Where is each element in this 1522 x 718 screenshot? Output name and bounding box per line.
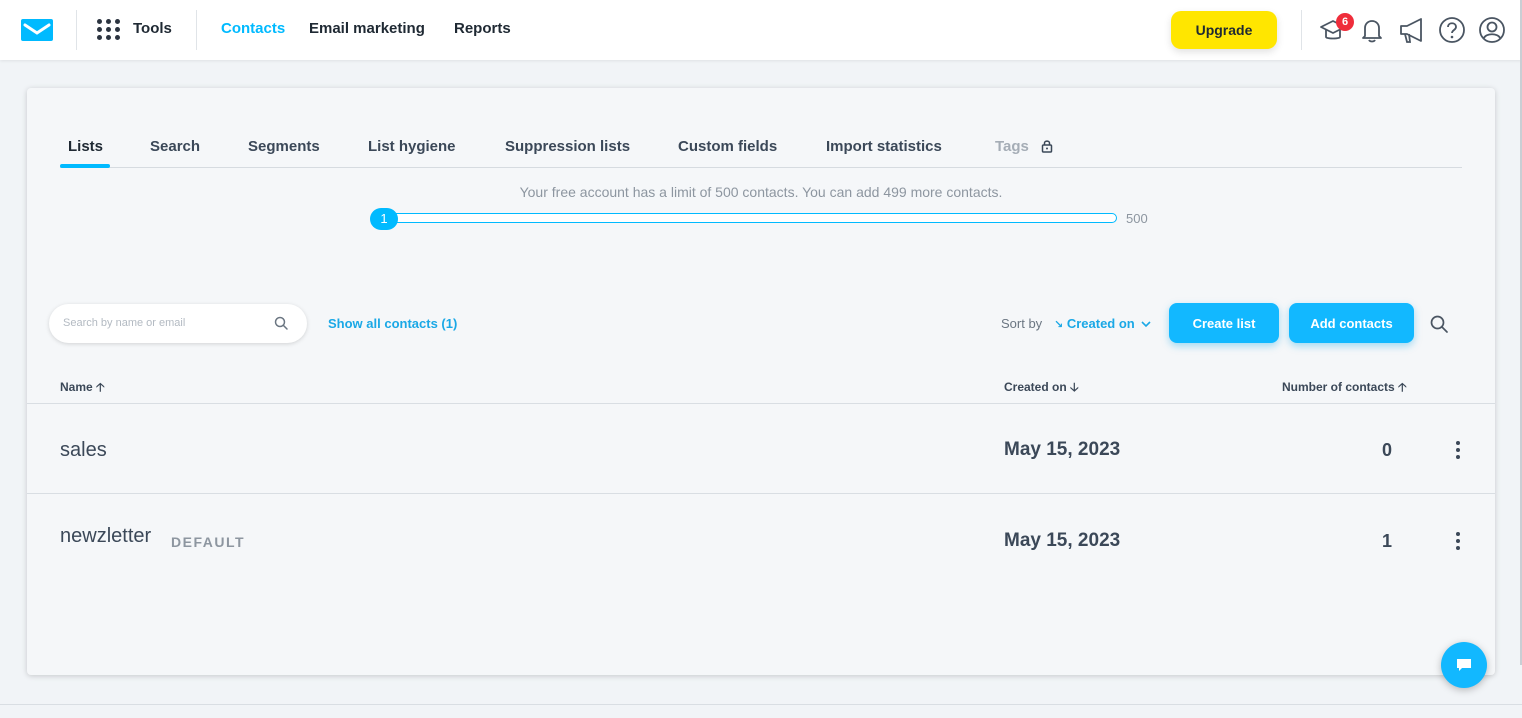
divider <box>27 403 1495 404</box>
tab-tags: Tags <box>995 138 1029 155</box>
contacts-tabs: Lists Search Segments List hygiene Suppr… <box>60 88 1462 168</box>
default-badge: DEFAULT <box>171 534 246 550</box>
sort-by-label: Sort by <box>1001 316 1043 331</box>
list-name[interactable]: sales <box>60 439 107 462</box>
sort-by-dropdown[interactable]: ↘ Created on <box>1054 316 1151 331</box>
nav-reports[interactable]: Reports <box>454 20 511 37</box>
search-icon[interactable] <box>1429 314 1449 334</box>
chevron-down-icon <box>1141 321 1151 328</box>
divider <box>27 493 1495 494</box>
tab-list-hygiene[interactable]: List hygiene <box>368 138 456 155</box>
contact-limit-max: 500 <box>1126 211 1148 226</box>
tools-menu[interactable]: Tools <box>133 20 172 37</box>
nav-contacts[interactable]: Contacts <box>221 20 285 37</box>
tab-lists[interactable]: Lists <box>68 138 103 155</box>
sort-direction-icon: ↘ <box>1054 319 1064 331</box>
active-tab-indicator <box>60 164 110 168</box>
upgrade-button[interactable]: Upgrade <box>1171 11 1277 49</box>
more-options-icon[interactable] <box>1451 530 1465 552</box>
tab-suppression-lists[interactable]: Suppression lists <box>505 138 630 155</box>
more-options-icon[interactable] <box>1451 439 1465 461</box>
contact-limit-bar <box>379 213 1117 223</box>
getresponse-logo[interactable] <box>20 18 54 42</box>
top-navigation-bar: Tools Contacts Email marketing Reports U… <box>0 0 1522 60</box>
create-list-button[interactable]: Create list <box>1169 303 1279 343</box>
chat-icon <box>1457 659 1471 671</box>
apps-grid-icon[interactable] <box>97 19 121 41</box>
megaphone-icon[interactable] <box>1397 15 1427 45</box>
user-icon[interactable] <box>1477 15 1507 45</box>
divider <box>196 10 197 50</box>
contact-limit-text: Your free account has a limit of 500 con… <box>519 184 1003 200</box>
list-contact-count: 0 <box>1381 440 1392 460</box>
tab-segments[interactable]: Segments <box>248 138 320 155</box>
list-created-date: May 15, 2023 <box>1004 439 1121 460</box>
sort-by-value: Created on <box>1066 316 1135 331</box>
lock-icon <box>1041 140 1053 153</box>
show-all-contacts-link[interactable]: Show all contacts (1) <box>328 316 457 331</box>
nav-email-marketing[interactable]: Email marketing <box>309 20 425 37</box>
tab-search[interactable]: Search <box>150 138 200 155</box>
help-icon[interactable] <box>1437 15 1467 45</box>
divider <box>0 704 1522 705</box>
list-search-box <box>49 304 307 343</box>
search-icon[interactable] <box>273 315 289 331</box>
tab-import-statistics[interactable]: Import statistics <box>826 138 942 155</box>
search-input[interactable] <box>63 314 263 332</box>
column-header-number-of-contacts[interactable]: Number of contacts 🡡 <box>1282 378 1407 399</box>
divider <box>76 10 77 50</box>
sort-up-icon: 🡡 <box>1398 380 1407 394</box>
sort-down-icon: 🡣 <box>1070 380 1079 394</box>
sort-up-icon: 🡡 <box>96 380 105 394</box>
tab-custom-fields[interactable]: Custom fields <box>678 138 777 155</box>
bell-icon[interactable] <box>1357 15 1387 45</box>
chat-button[interactable] <box>1441 642 1487 688</box>
divider <box>1301 10 1302 50</box>
lists-card: Lists Search Segments List hygiene Suppr… <box>27 88 1495 675</box>
list-name[interactable]: newzletter <box>60 525 151 548</box>
list-contact-count: 1 <box>1381 531 1392 551</box>
column-header-created-on[interactable]: Created on 🡣 <box>1004 378 1079 399</box>
notification-badge: 6 <box>1336 13 1354 31</box>
column-header-name[interactable]: Name 🡡 <box>60 378 105 399</box>
list-created-date: May 15, 2023 <box>1004 530 1121 551</box>
add-contacts-button[interactable]: Add contacts <box>1289 303 1414 343</box>
contact-count-indicator: 1 <box>370 208 398 230</box>
